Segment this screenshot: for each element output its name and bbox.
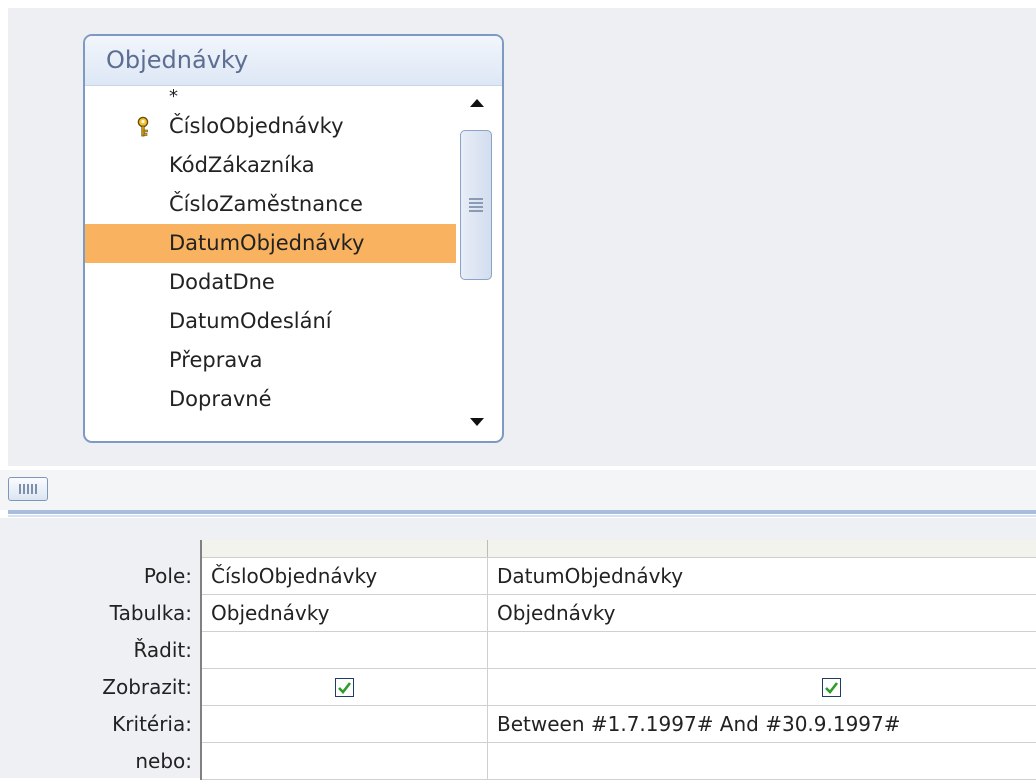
grid-row-radit xyxy=(202,632,1036,669)
cell-radit-col1[interactable] xyxy=(202,632,488,669)
row-label-pole: Pole: xyxy=(143,564,192,588)
cell-pole-col1[interactable]: ČísloObjednávky xyxy=(202,558,488,595)
grid-row-labels: Pole: Tabulka: Řadit: Zobrazit: Kritéria… xyxy=(0,558,192,780)
field-label: KódZákazníka xyxy=(169,153,315,177)
cell-zobrazit-col1 xyxy=(202,669,488,706)
field-label: DatumOdeslání xyxy=(169,309,332,333)
row-label-nebo: nebo: xyxy=(135,749,192,773)
cell-nebo-col1[interactable] xyxy=(202,743,488,780)
splitter-divider xyxy=(8,515,1036,517)
cell-kriteria-col1[interactable] xyxy=(202,706,488,743)
field-list[interactable]: * ČísloObjednávky KódZákazníka ČísloZamě… xyxy=(85,86,456,441)
checkmark-icon xyxy=(825,682,839,694)
field-label: DatumObjednávky xyxy=(169,231,365,255)
field-label: ČísloObjednávky xyxy=(169,114,344,138)
field-label: * xyxy=(169,86,178,107)
field-label: Dopravné xyxy=(169,387,272,411)
key-icon xyxy=(137,116,149,137)
scroll-thumb[interactable] xyxy=(460,130,492,280)
grip-icon xyxy=(469,196,483,214)
scroll-down-button[interactable] xyxy=(458,407,496,437)
field-dopravne[interactable]: Dopravné xyxy=(85,380,456,419)
row-label-zobrazit: Zobrazit: xyxy=(102,675,192,699)
column-selector-1[interactable] xyxy=(202,540,488,557)
cell-tabulka-col2[interactable]: Objednávky xyxy=(488,595,1036,632)
row-label-radit: Řadit: xyxy=(133,638,192,662)
row-label-tabulka: Tabulka: xyxy=(109,601,192,625)
show-checkbox-col2[interactable] xyxy=(822,678,841,697)
field-kodzakaznika[interactable]: KódZákazníka xyxy=(85,146,456,185)
scroll-up-button[interactable] xyxy=(458,88,496,118)
cell-radit-col2[interactable] xyxy=(488,632,1036,669)
cell-tabulka-col1[interactable]: Objednávky xyxy=(202,595,488,632)
checkmark-icon xyxy=(338,682,352,694)
cell-kriteria-col2[interactable]: Between #1.7.1997# And #30.9.1997# xyxy=(488,706,1036,743)
column-selector-2[interactable] xyxy=(488,540,1036,557)
arrow-up-icon xyxy=(470,99,484,107)
field-dodatdne[interactable]: DodatDne xyxy=(85,263,456,302)
splitter-grip-icon[interactable] xyxy=(8,477,48,501)
splitter-bar[interactable] xyxy=(8,510,1036,514)
table-field-list-window[interactable]: Objednávky * ČísloObjednávky KódZákazník… xyxy=(83,34,504,443)
query-design-grid: ČísloObjednávky DatumObjednávky Objednáv… xyxy=(200,540,1036,780)
field-cisloobjednavky[interactable]: ČísloObjednávky xyxy=(85,107,456,146)
field-label: DodatDne xyxy=(169,270,275,294)
field-ciszamestnance[interactable]: ČísloZaměstnance xyxy=(85,185,456,224)
cell-nebo-col2[interactable] xyxy=(488,743,1036,780)
field-datumobjednavky[interactable]: DatumObjednávky xyxy=(85,224,456,263)
field-all[interactable]: * xyxy=(85,86,456,107)
table-title[interactable]: Objednávky xyxy=(85,36,502,86)
field-label: ČísloZaměstnance xyxy=(169,192,363,216)
grid-row-nebo xyxy=(202,743,1036,780)
field-datumodeslani[interactable]: DatumOdeslání xyxy=(85,302,456,341)
row-label-kriteria: Kritéria: xyxy=(112,712,192,736)
grid-row-pole: ČísloObjednávky DatumObjednávky xyxy=(202,558,1036,595)
show-checkbox-col1[interactable] xyxy=(335,678,354,697)
pane-splitter xyxy=(0,470,1036,510)
grid-row-tabulka: Objednávky Objednávky xyxy=(202,595,1036,632)
arrow-down-icon xyxy=(470,418,484,426)
cell-zobrazit-col2 xyxy=(488,669,1036,706)
field-label: Přeprava xyxy=(169,348,263,372)
field-preprava[interactable]: Přeprava xyxy=(85,341,456,380)
grid-row-zobrazit xyxy=(202,669,1036,706)
column-selectors xyxy=(202,540,1036,558)
grid-row-kriteria: Between #1.7.1997# And #30.9.1997# xyxy=(202,706,1036,743)
cell-pole-col2[interactable]: DatumObjednávky xyxy=(488,558,1036,595)
field-list-scrollbar[interactable] xyxy=(458,88,496,437)
